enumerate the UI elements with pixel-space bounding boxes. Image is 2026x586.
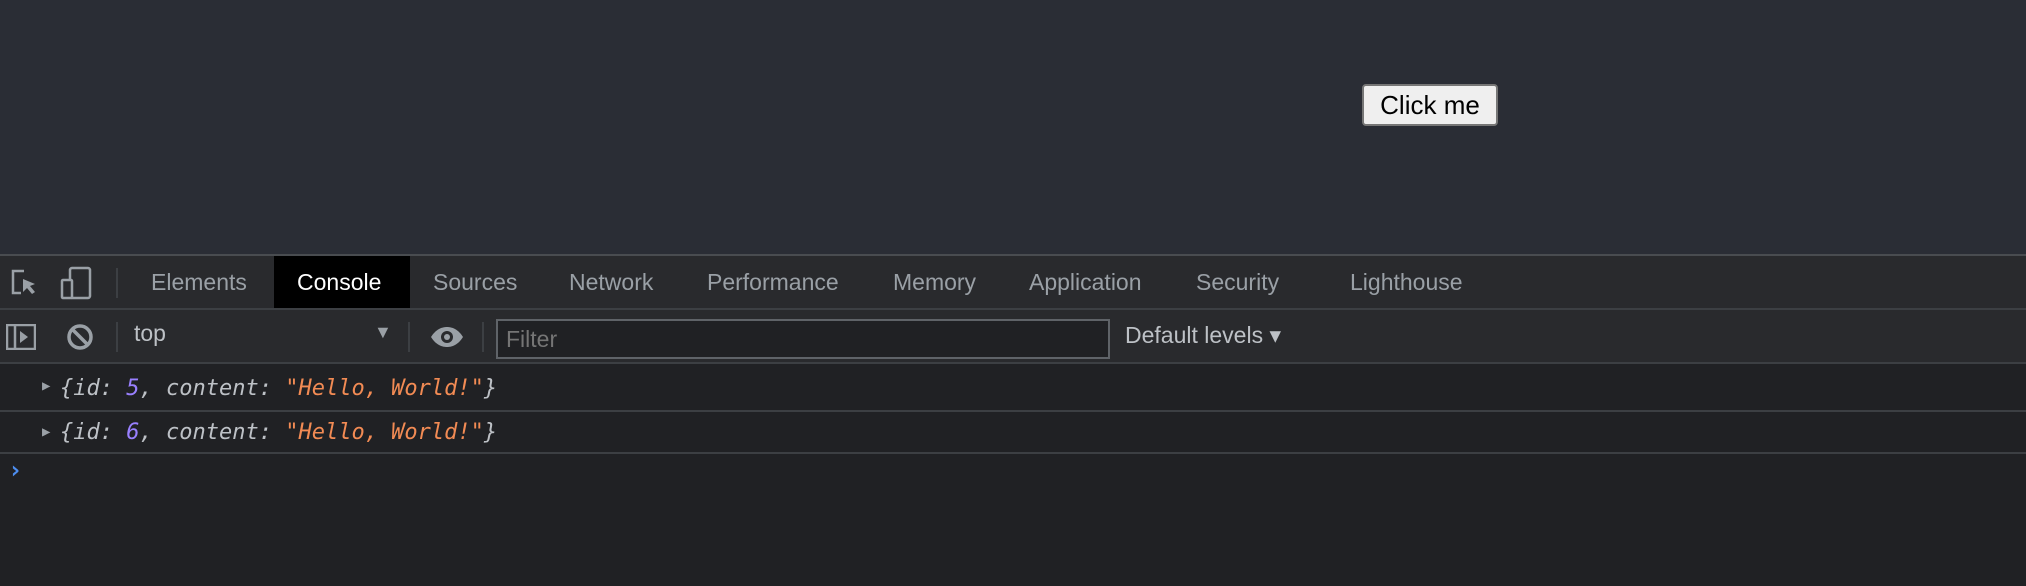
expand-triangle-icon[interactable]: ▶ — [42, 424, 50, 440]
eye-icon[interactable] — [430, 326, 464, 353]
divider — [408, 322, 410, 352]
filter-input[interactable] — [496, 319, 1110, 359]
page-viewport: Click me — [0, 0, 2026, 254]
divider — [116, 268, 118, 298]
tab-application[interactable]: Application — [1006, 256, 1165, 308]
chevron-down-icon[interactable]: ▼ — [374, 322, 392, 343]
divider — [482, 322, 484, 352]
log-levels-dropdown[interactable]: Default levels ▾ — [1125, 322, 1281, 349]
expand-triangle-icon[interactable]: ▶ — [42, 378, 50, 394]
object-preview: {id: 5, content: "Hello, World!"} — [60, 376, 498, 401]
sidebar-toggle-icon[interactable] — [5, 323, 37, 355]
devtools-tab-bar: Elements Console Sources Network Perform… — [0, 256, 2026, 310]
divider — [116, 322, 118, 352]
clear-console-icon[interactable] — [66, 323, 94, 356]
tab-lighthouse[interactable]: Lighthouse — [1327, 256, 1486, 308]
tab-elements[interactable]: Elements — [128, 256, 270, 308]
tab-network[interactable]: Network — [546, 256, 676, 308]
console-message[interactable]: ▶ {id: 5, content: "Hello, World!"} — [0, 364, 2026, 412]
tab-security[interactable]: Security — [1173, 256, 1302, 308]
tab-memory[interactable]: Memory — [870, 256, 999, 308]
tab-sources[interactable]: Sources — [410, 256, 540, 308]
tab-performance[interactable]: Performance — [684, 256, 862, 308]
console-toolbar: top ▼ Default levels ▾ — [0, 310, 2026, 364]
console-message[interactable]: ▶ {id: 6, content: "Hello, World!"} — [0, 412, 2026, 454]
click-me-button[interactable]: Click me — [1362, 84, 1498, 126]
object-preview: {id: 6, content: "Hello, World!"} — [60, 420, 498, 445]
context-selector[interactable]: top — [134, 320, 166, 347]
tab-console[interactable]: Console — [274, 256, 410, 308]
console-prompt[interactable]: › — [8, 456, 22, 484]
devtools-panel: Elements Console Sources Network Perform… — [0, 254, 2026, 586]
inspect-element-icon[interactable] — [10, 268, 38, 303]
device-toolbar-icon[interactable] — [60, 266, 92, 305]
